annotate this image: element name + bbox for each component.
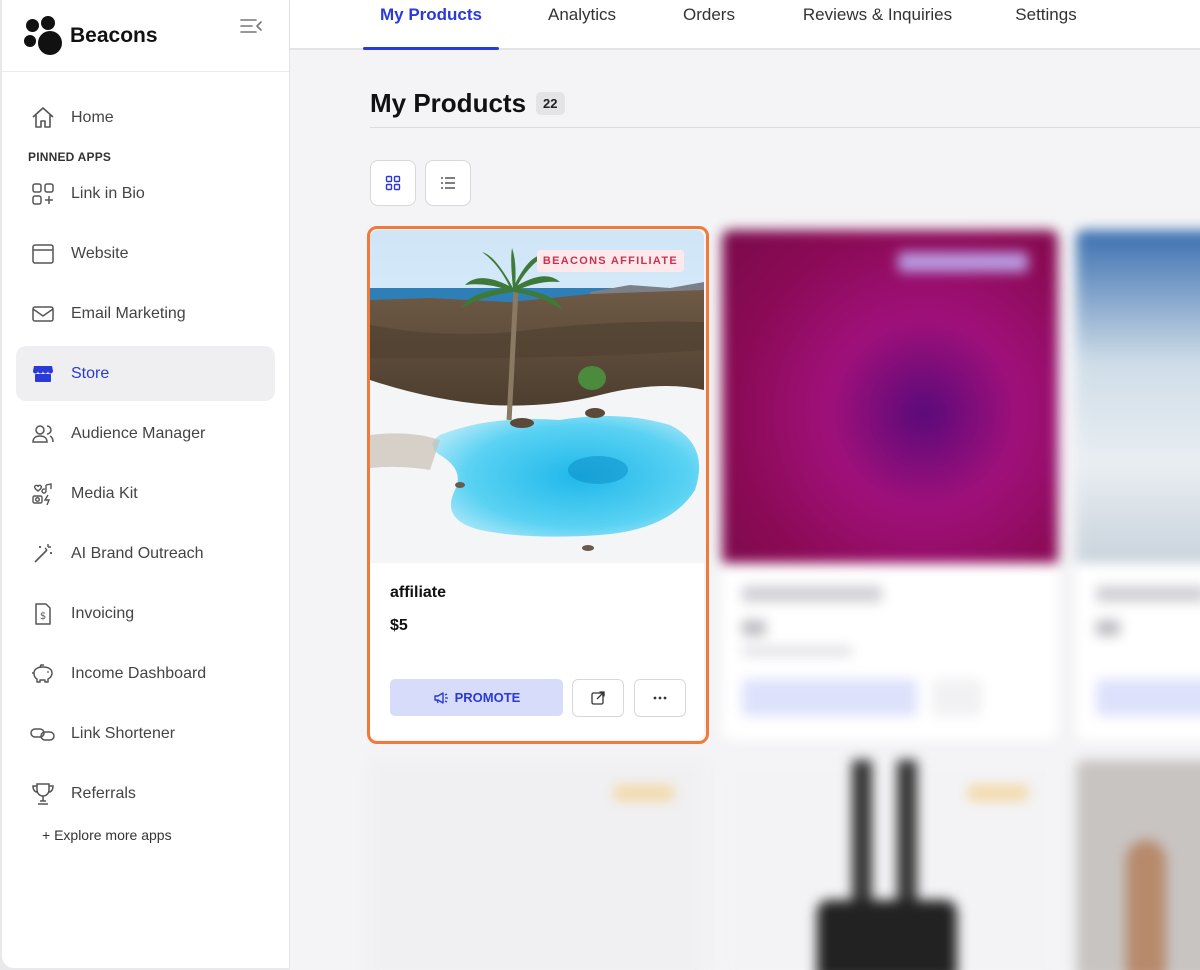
- main-content: My Products 22 BEACONS AFFILIATE affilia…: [290, 50, 1200, 970]
- product-card-blurred[interactable]: [722, 760, 1058, 970]
- sidebar-item-invoicing[interactable]: $ Invoicing: [16, 586, 275, 641]
- explore-more-apps-link[interactable]: + Explore more apps: [2, 827, 289, 843]
- trophy-icon: [28, 779, 58, 809]
- product-card-blurred[interactable]: [722, 230, 1058, 740]
- product-card-blurred[interactable]: [1076, 230, 1200, 740]
- media-kit-icon: [28, 479, 58, 509]
- sidebar-item-label: Referrals: [71, 784, 136, 802]
- product-card-blurred[interactable]: [1076, 760, 1200, 970]
- tab-settings[interactable]: Settings: [1008, 0, 1084, 49]
- more-options-button[interactable]: [634, 679, 686, 717]
- piggy-bank-icon: [28, 659, 58, 689]
- promote-label: PROMOTE: [454, 690, 521, 705]
- list-icon: [441, 177, 455, 189]
- sidebar-item-label: AI Brand Outreach: [71, 544, 204, 562]
- page-title-text: My Products: [370, 88, 527, 118]
- more-horizontal-icon: [653, 696, 667, 700]
- grid-icon: [385, 175, 401, 191]
- open-product-button[interactable]: [572, 679, 624, 717]
- megaphone-icon: [433, 691, 448, 704]
- product-count-badge: 22: [536, 92, 565, 115]
- sidebar-item-store[interactable]: Store: [16, 346, 275, 401]
- store-icon: [28, 359, 58, 389]
- external-link-icon: [591, 691, 605, 705]
- sidebar-item-label: Income Dashboard: [71, 664, 207, 682]
- sidebar-item-label: Store: [71, 364, 110, 382]
- sidebar-item-referrals[interactable]: Referrals: [16, 766, 275, 821]
- tab-orders[interactable]: Orders: [674, 0, 744, 49]
- sidebar-item-label: Media Kit: [71, 484, 138, 502]
- sidebar-item-label: Link Shortener: [71, 724, 176, 742]
- grid-view-button[interactable]: [370, 160, 416, 206]
- list-view-button[interactable]: [425, 160, 471, 206]
- sidebar-item-media-kit[interactable]: Media Kit: [16, 466, 275, 521]
- svg-text:$: $: [40, 611, 46, 622]
- top-tab-bar: My Products Analytics Orders Reviews & I…: [290, 0, 1200, 50]
- envelope-icon: [28, 299, 58, 329]
- brand-name: Beacons: [70, 23, 158, 47]
- sidebar-item-label: Website: [71, 244, 129, 262]
- product-image[interactable]: BEACONS AFFILIATE: [370, 230, 704, 563]
- users-icon: [28, 419, 58, 449]
- sidebar-item-email-marketing[interactable]: Email Marketing: [16, 286, 275, 341]
- sidebar-item-link-in-bio[interactable]: Link in Bio: [16, 166, 275, 221]
- sidebar-item-link-shortener[interactable]: Link Shortener: [16, 706, 275, 761]
- title-divider: [370, 127, 1200, 128]
- browser-window-icon: [28, 239, 58, 269]
- sidebar-item-label: Home: [71, 108, 114, 126]
- promote-button[interactable]: PROMOTE: [390, 679, 563, 716]
- sidebar-nav: Home PINNED APPS Link in Bio Website Ema…: [2, 72, 289, 843]
- sidebar-item-label: Audience Manager: [71, 424, 206, 442]
- invoice-icon: $: [28, 599, 58, 629]
- tab-my-products[interactable]: My Products: [363, 0, 499, 50]
- home-icon: [28, 103, 58, 133]
- magic-wand-icon: [28, 539, 58, 569]
- tab-reviews-inquiries[interactable]: Reviews & Inquiries: [795, 0, 960, 49]
- sidebar: Beacons Home PINNED APPS Link in Bio Web…: [2, 0, 290, 968]
- collapse-sidebar-icon[interactable]: [239, 16, 263, 36]
- pinned-apps-label: PINNED APPS: [28, 150, 112, 164]
- sidebar-item-website[interactable]: Website: [16, 226, 275, 281]
- product-card[interactable]: BEACONS AFFILIATE affiliate $5 PROMOTE: [370, 230, 704, 740]
- product-name: affiliate: [390, 584, 447, 601]
- chain-link-icon: [28, 719, 58, 749]
- affiliate-badge: BEACONS AFFILIATE: [536, 250, 684, 272]
- product-price: $5: [390, 617, 408, 634]
- brand-header: Beacons: [2, 0, 289, 72]
- tab-analytics[interactable]: Analytics: [537, 0, 627, 49]
- sidebar-item-label: Invoicing: [71, 604, 135, 622]
- sidebar-item-income-dashboard[interactable]: Income Dashboard: [16, 646, 275, 701]
- sidebar-item-label: Email Marketing: [71, 304, 186, 322]
- beacons-logo[interactable]: [24, 15, 64, 56]
- link-in-bio-icon: [28, 179, 58, 209]
- sidebar-item-audience-manager[interactable]: Audience Manager: [16, 406, 275, 461]
- sidebar-item-label: Link in Bio: [71, 184, 145, 202]
- sidebar-item-ai-brand-outreach[interactable]: AI Brand Outreach: [16, 526, 275, 581]
- product-card-blurred[interactable]: [370, 760, 704, 970]
- page-title: My Products 22: [370, 88, 565, 119]
- sidebar-item-home[interactable]: Home: [16, 90, 275, 145]
